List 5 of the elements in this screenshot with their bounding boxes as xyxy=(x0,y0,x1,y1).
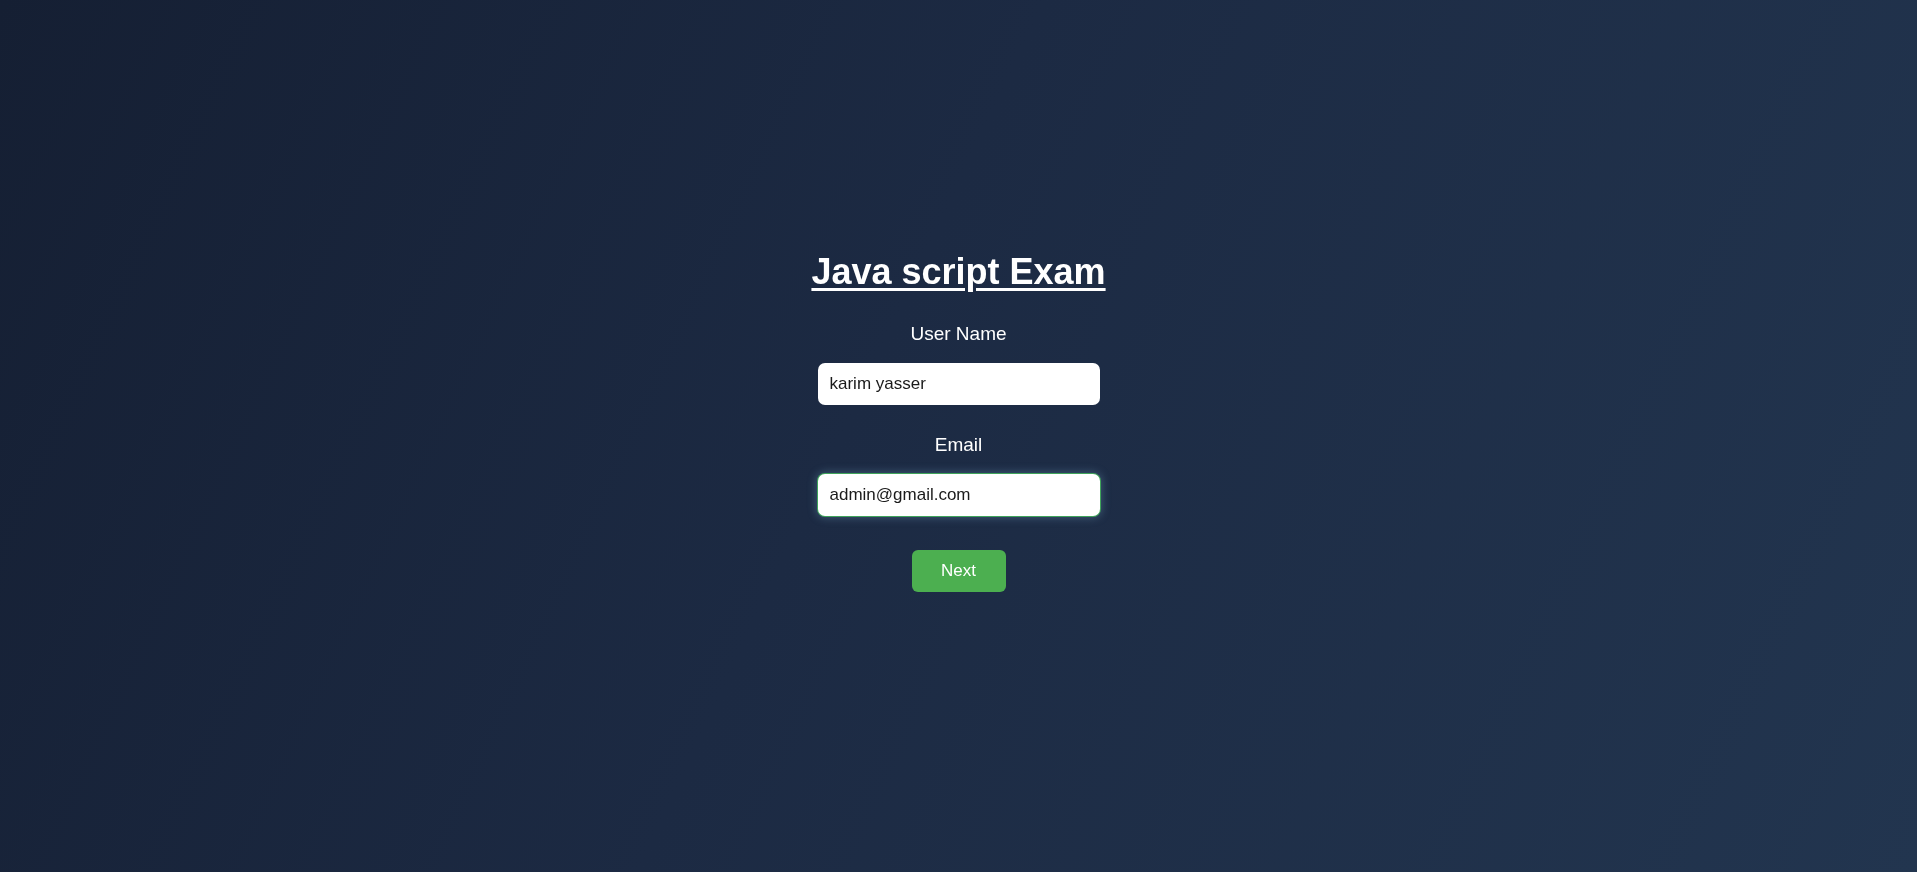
page-title: Java script Exam xyxy=(811,250,1106,294)
field-label: User Name xyxy=(910,322,1007,346)
input-field[interactable]: admin@gmail.com xyxy=(817,474,1100,516)
field-label: Email xyxy=(934,433,983,457)
input-field[interactable]: karim yasser xyxy=(817,363,1100,405)
